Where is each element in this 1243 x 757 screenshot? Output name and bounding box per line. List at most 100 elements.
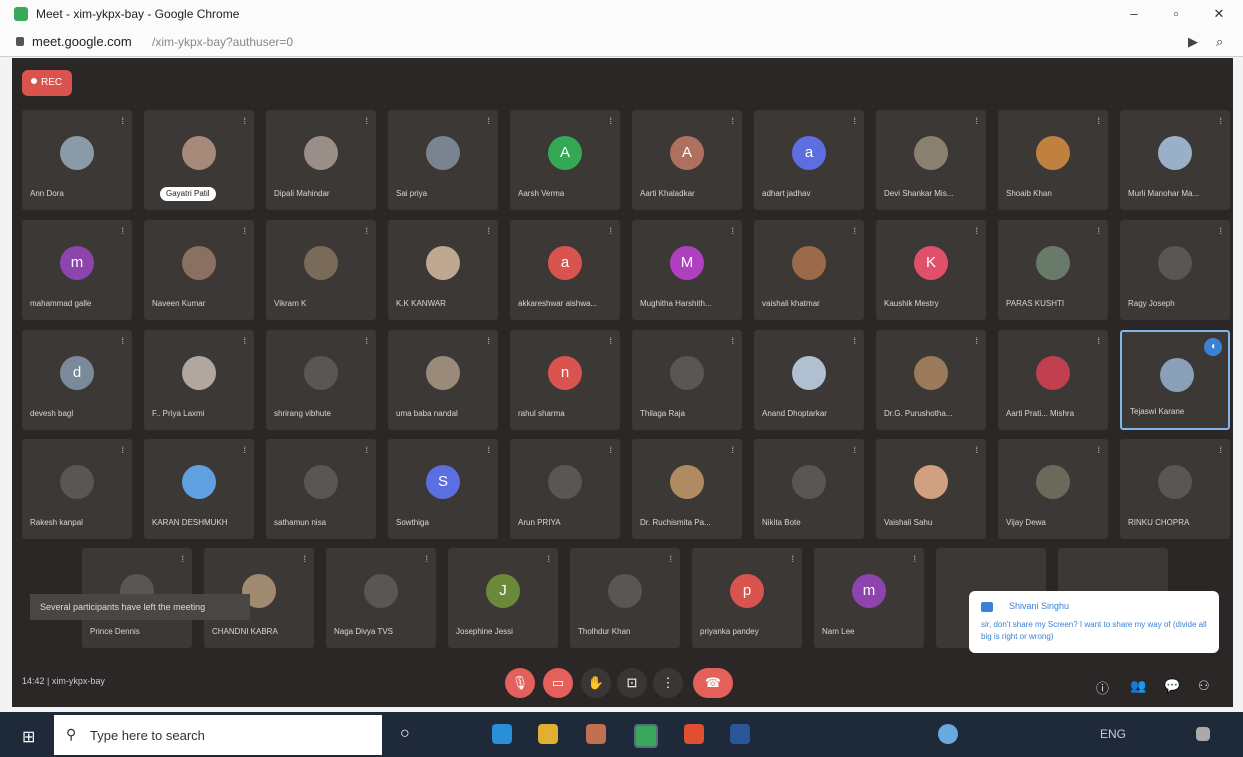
chat-icon[interactable]: 💬: [1164, 678, 1180, 694]
participant-tile[interactable]: ⁞ uma baba nandal: [388, 330, 498, 430]
participant-avatar: [670, 465, 704, 499]
participant-tile[interactable]: ⁞ Vijay Dewa: [998, 439, 1108, 539]
participant-avatar: [304, 136, 338, 170]
participant-tile[interactable]: ⁞ Gayatri Patil: [144, 110, 254, 210]
participant-name: Josephine Jessi: [456, 627, 513, 636]
participant-tile[interactable]: ⁞ Dr.G. Purushotha...: [876, 330, 986, 430]
participant-name: priyanka pandey: [700, 627, 759, 636]
participant-tile[interactable]: ⁞ Anand Dhoptarkar: [754, 330, 864, 430]
participant-tile[interactable]: ⁞ Vaishali Sahu: [876, 439, 986, 539]
participant-tile[interactable]: ⁞ Vikram K: [266, 220, 376, 320]
participant-tile[interactable]: ⁞ vaishali khatmar: [754, 220, 864, 320]
participant-avatar: K: [914, 246, 948, 280]
people-icon[interactable]: 👥: [1130, 678, 1146, 694]
participant-tile[interactable]: ⁞ K.K KANWAR: [388, 220, 498, 320]
chat-notification[interactable]: Shivani Singhu sir, don't share my Scree…: [969, 591, 1219, 653]
muted-mic-icon: ⁞: [1219, 116, 1222, 126]
participant-tile[interactable]: K ⁞ Kaushik Mestry: [876, 220, 986, 320]
url-path[interactable]: /xim-ykpx-bay?authuser=0: [152, 35, 293, 49]
participant-tile[interactable]: ⁞ shrirang vibhute: [266, 330, 376, 430]
participant-tile[interactable]: ⁞ Dipali Mahindar: [266, 110, 376, 210]
cast-icon[interactable]: ▶: [1188, 34, 1198, 50]
close-button[interactable]: ✕: [1208, 5, 1230, 23]
meet-favicon-icon: [14, 7, 28, 21]
participant-tile[interactable]: ⁞ Devi Shankar Mis...: [876, 110, 986, 210]
participant-tile[interactable]: p ⁞ priyanka pandey: [692, 548, 802, 648]
participant-tile[interactable]: ⁞ Aarti Prati... Mishra: [998, 330, 1108, 430]
participant-tile[interactable]: ◖ Tejaswi Karane: [1120, 330, 1230, 430]
maximize-button[interactable]: ▫: [1165, 5, 1187, 23]
word-app-icon[interactable]: [730, 724, 750, 744]
participant-tile[interactable]: ⁞ Rakesh kanpal: [22, 439, 132, 539]
photos-app-icon[interactable]: [586, 724, 606, 744]
chrome-app-icon[interactable]: [634, 724, 658, 748]
windows-start-icon[interactable]: ⊞: [22, 727, 35, 747]
camera-toggle-button[interactable]: ▭: [543, 668, 573, 698]
address-bar[interactable]: meet.google.com /xim-ykpx-bay?authuser=0…: [0, 28, 1243, 57]
participant-tile[interactable]: ⁞ Dr. Ruchismita Pa...: [632, 439, 742, 539]
participant-tile[interactable]: A ⁞ Aarsh Verma: [510, 110, 620, 210]
participant-name: shrirang vibhute: [274, 409, 331, 418]
participant-tile[interactable]: J ⁞ Josephine Jessi: [448, 548, 558, 648]
participant-tile[interactable]: ⁞ Naveen Kumar: [144, 220, 254, 320]
muted-mic-icon: ⁞: [731, 116, 734, 126]
participant-tile[interactable]: S ⁞ Sowthiga: [388, 439, 498, 539]
participant-tile[interactable]: ⁞ KARAN DESHMUKH: [144, 439, 254, 539]
participant-tile[interactable]: ⁞ PARAS KUSHTI: [998, 220, 1108, 320]
activities-icon[interactable]: ⚇: [1198, 678, 1210, 694]
mic-toggle-button[interactable]: 🎙: [505, 668, 535, 698]
minimize-button[interactable]: –: [1123, 5, 1145, 23]
language-indicator[interactable]: ENG: [1100, 727, 1126, 741]
file-explorer-icon[interactable]: [538, 724, 558, 744]
muted-mic-icon: ⁞: [243, 445, 246, 455]
participant-tile[interactable]: ⁞ Murli Manohar Ma...: [1120, 110, 1230, 210]
participant-avatar: m: [60, 246, 94, 280]
notifications-icon[interactable]: [1196, 727, 1210, 741]
participant-name: Aarti Prati... Mishra: [1006, 409, 1075, 418]
participant-tile[interactable]: ⁞ Arun PRIYA: [510, 439, 620, 539]
media-app-icon[interactable]: [684, 724, 704, 744]
participant-tile[interactable]: ⁞ Shoaib Khan: [998, 110, 1108, 210]
participant-name: Rakesh kanpal: [30, 518, 83, 527]
participant-tile[interactable]: ⁞ Ragy Joseph: [1120, 220, 1230, 320]
participant-tile[interactable]: a ⁞ adhart jadhav: [754, 110, 864, 210]
cortana-icon[interactable]: ○: [400, 725, 410, 743]
weather-icon[interactable]: [938, 724, 958, 744]
meeting-info-icon[interactable]: ⓘ: [1096, 678, 1109, 697]
participant-tile[interactable]: m ⁞ Nam Lee: [814, 548, 924, 648]
participant-name: vaishali khatmar: [762, 299, 820, 308]
participant-avatar: [426, 136, 460, 170]
participant-name: Dipali Mahindar: [274, 189, 330, 198]
participant-tile[interactable]: ⁞ RINKU CHOPRA: [1120, 439, 1230, 539]
muted-mic-icon: ⁞: [1097, 116, 1100, 126]
participant-name: mahammad galle: [30, 299, 92, 308]
participant-tile[interactable]: ⁞ Nikita Bote: [754, 439, 864, 539]
participant-tile[interactable]: M ⁞ Mughitha Harshith...: [632, 220, 742, 320]
participant-name: Shoaib Khan: [1006, 189, 1052, 198]
participant-tile[interactable]: A ⁞ Aarti Khaladkar: [632, 110, 742, 210]
participant-name: devesh bagl: [30, 409, 74, 418]
participant-tile[interactable]: m ⁞ mahammad galle: [22, 220, 132, 320]
edge-app-icon[interactable]: [492, 724, 512, 744]
participant-tile[interactable]: a ⁞ akkareshwar aishwa...: [510, 220, 620, 320]
muted-mic-icon: ⁞: [487, 445, 490, 455]
participant-tile[interactable]: ⁞ F.. Priya Laxmi: [144, 330, 254, 430]
participant-tile[interactable]: ⁞ Tholhdur Khan: [570, 548, 680, 648]
muted-mic-icon: ⁞: [731, 445, 734, 455]
raise-hand-button[interactable]: ✋: [581, 668, 611, 698]
zoom-icon[interactable]: ⌕: [1216, 34, 1223, 50]
participant-avatar: [182, 356, 216, 390]
end-call-button[interactable]: ☎: [693, 668, 733, 698]
participant-tile[interactable]: ⁞ Ann Dora: [22, 110, 132, 210]
left-meeting-toast: Several participants have left the meeti…: [30, 594, 250, 620]
participant-tile[interactable]: n ⁞ rahul sharma: [510, 330, 620, 430]
participant-tile[interactable]: ⁞ sathamun nisa: [266, 439, 376, 539]
participant-tile[interactable]: ⁞ Thilaga Raja: [632, 330, 742, 430]
participant-tile[interactable]: ⁞ Naga Divya TVS: [326, 548, 436, 648]
more-options-button[interactable]: ⋮: [653, 668, 683, 698]
taskbar-search-box[interactable]: ⚲ Type here to search: [54, 715, 382, 755]
url-host[interactable]: meet.google.com: [32, 34, 132, 49]
present-button[interactable]: ⊡: [617, 668, 647, 698]
participant-tile[interactable]: d ⁞ devesh bagl: [22, 330, 132, 430]
participant-tile[interactable]: ⁞ Sai priya: [388, 110, 498, 210]
